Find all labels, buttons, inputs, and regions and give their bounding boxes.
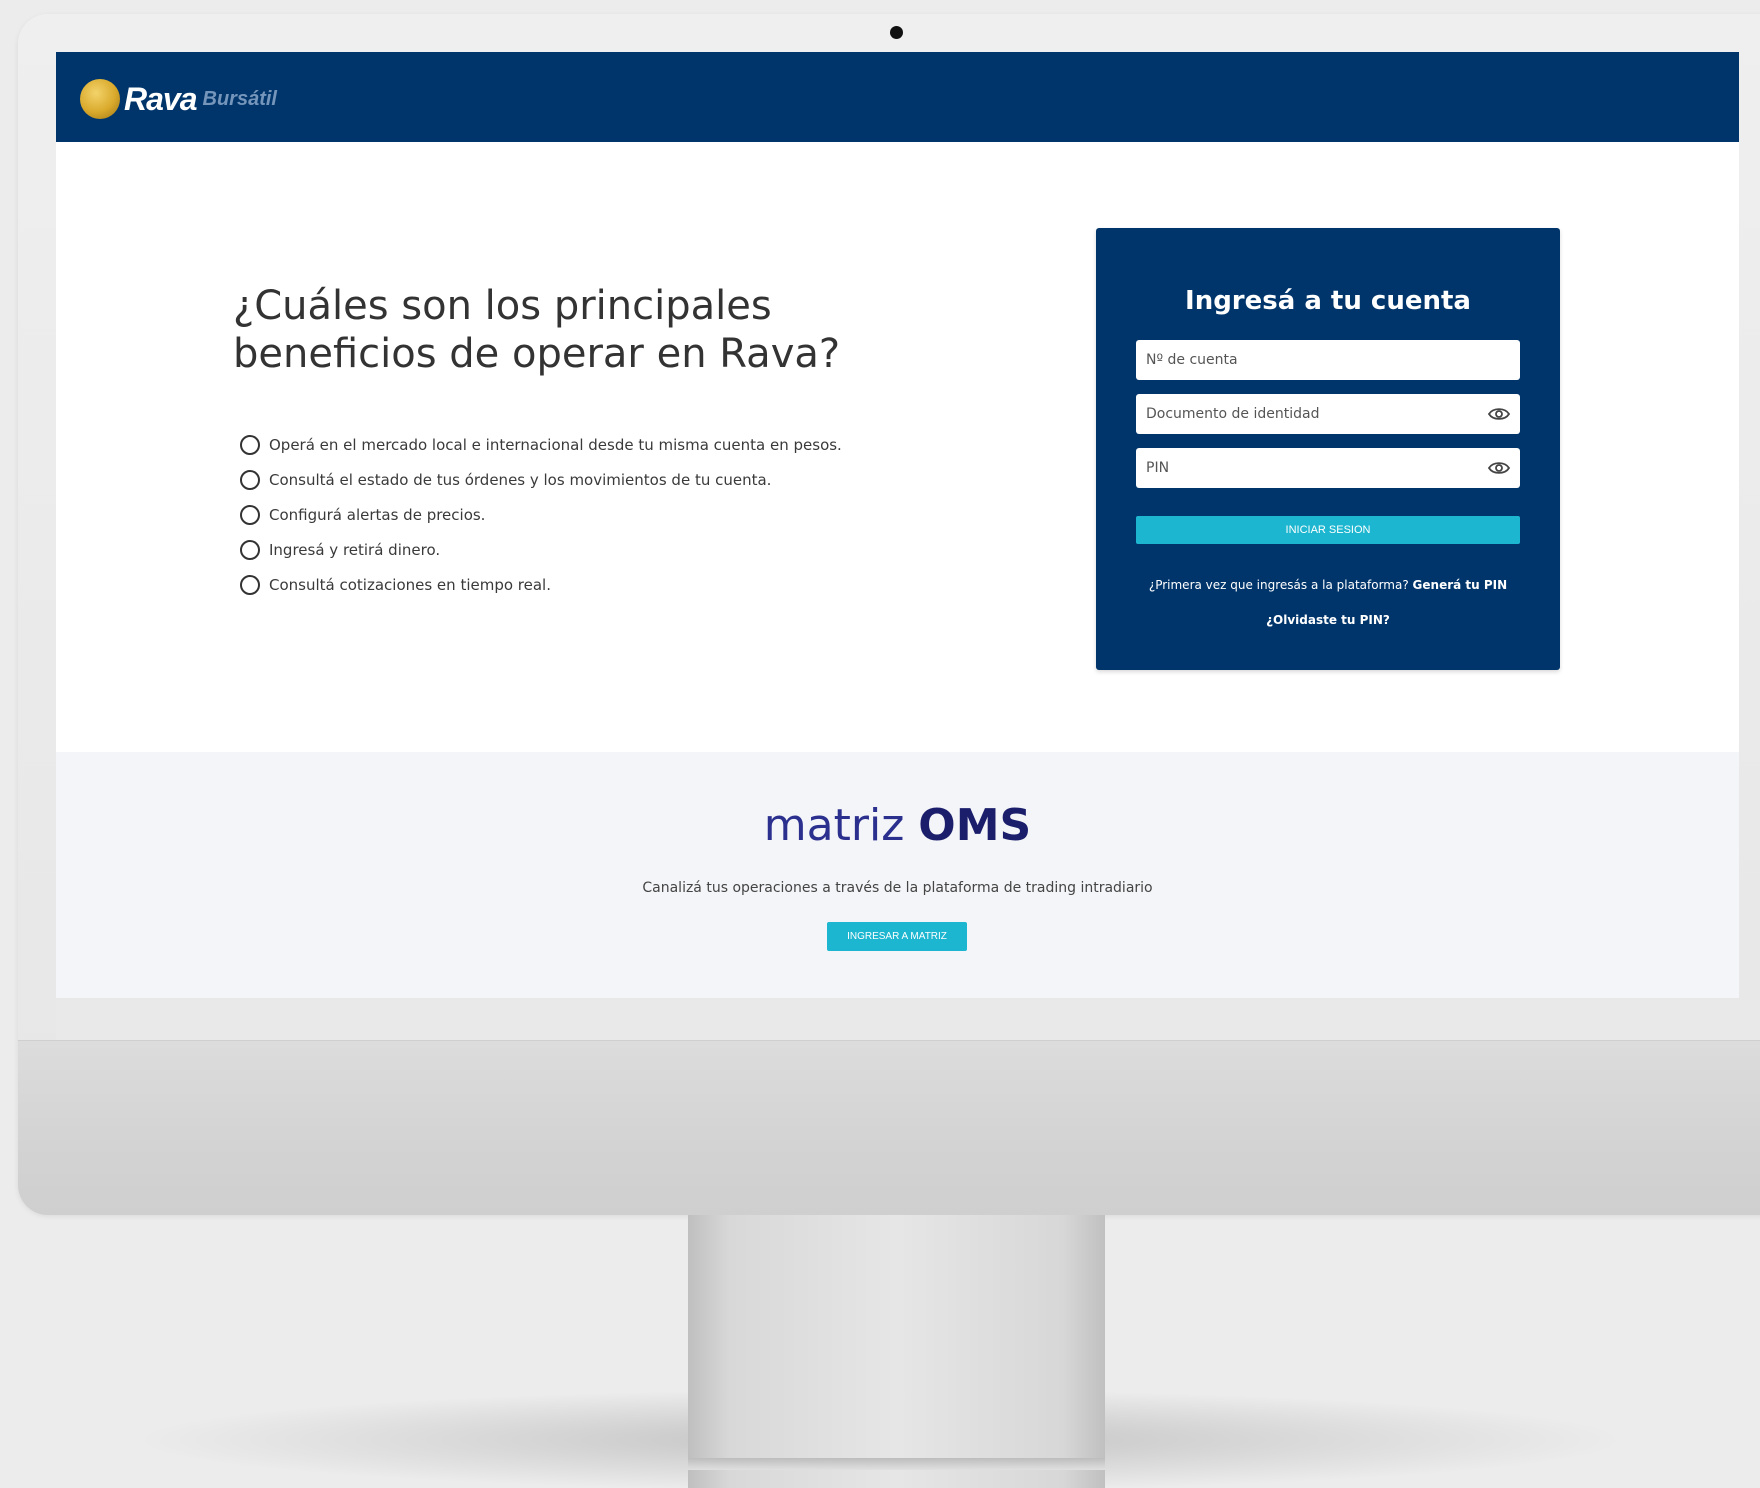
matriz-section: matriz OMS Canalizá tus operaciones a tr… (56, 752, 1739, 998)
login-title: Ingresá a tu cuenta (1185, 286, 1471, 316)
list-item: Operá en el mercado local e internaciona… (240, 427, 842, 462)
first-time-text: ¿Primera vez que ingresás a la plataform… (1096, 578, 1560, 592)
list-item: Consultá el estado de tus órdenes y los … (240, 462, 842, 497)
pin-field[interactable]: PIN (1136, 448, 1520, 488)
benefit-text: Operá en el mercado local e internaciona… (269, 435, 842, 454)
benefits-list: Operá en el mercado local e internaciona… (240, 427, 842, 602)
matriz-logo: matriz OMS (56, 800, 1739, 851)
monitor-stand-foot (688, 1458, 1105, 1470)
page-title: ¿Cuáles son los principales beneficios d… (233, 283, 841, 377)
monitor-bezel (56, 1000, 1760, 1040)
benefit-text: Consultá cotizaciones en tiempo real. (269, 575, 551, 594)
circle-bullet-icon (240, 574, 260, 595)
monitor-stand (688, 1215, 1105, 1488)
document-field[interactable]: Documento de identidad (1136, 394, 1520, 434)
enter-matriz-button[interactable]: INGRESAR A MATRIZ (827, 922, 967, 951)
list-item: Consultá cotizaciones en tiempo real. (240, 567, 842, 602)
pin-placeholder: PIN (1146, 460, 1170, 476)
circle-bullet-icon (240, 434, 260, 455)
list-item: Ingresá y retirá dinero. (240, 532, 842, 567)
login-card: Ingresá a tu cuenta Nº de cuenta Documen… (1096, 228, 1560, 670)
benefit-text: Ingresá y retirá dinero. (269, 540, 441, 559)
coin-logo-icon (80, 79, 120, 119)
login-button[interactable]: INICIAR SESION (1136, 516, 1520, 544)
camera-icon (890, 26, 903, 39)
forgot-pin-link[interactable]: ¿Olvidaste tu PIN? (1096, 613, 1560, 627)
first-time-question: ¿Primera vez que ingresás a la plataform… (1148, 578, 1409, 592)
top-navbar: Rava Bursátil (56, 52, 1739, 142)
circle-bullet-icon (240, 539, 260, 560)
generate-pin-link[interactable]: Generá tu PIN (1413, 578, 1508, 592)
benefit-text: Consultá el estado de tus órdenes y los … (269, 470, 772, 489)
benefit-text: Configurá alertas de precios. (269, 505, 486, 524)
eye-icon[interactable] (1488, 406, 1510, 422)
account-number-field[interactable]: Nº de cuenta (1136, 340, 1520, 380)
circle-bullet-icon (240, 504, 260, 525)
list-item: Configurá alertas de precios. (240, 497, 842, 532)
account-number-placeholder: Nº de cuenta (1146, 352, 1238, 368)
rava-logo[interactable]: Rava Bursátil (80, 78, 277, 120)
matriz-description: Canalizá tus operaciones a través de la … (642, 880, 1153, 896)
matriz-logo-bold: OMS (918, 800, 1032, 851)
matriz-logo-light: matriz (763, 800, 905, 851)
logo-subtitle: Bursátil (202, 87, 277, 110)
logo-wordmark: Rava (124, 80, 197, 117)
screen: Rava Bursátil ¿Cuáles son los principale… (56, 52, 1739, 998)
circle-bullet-icon (240, 469, 260, 490)
monitor-chin (18, 1040, 1760, 1215)
document-placeholder: Documento de identidad (1146, 406, 1320, 422)
eye-icon[interactable] (1488, 460, 1510, 476)
